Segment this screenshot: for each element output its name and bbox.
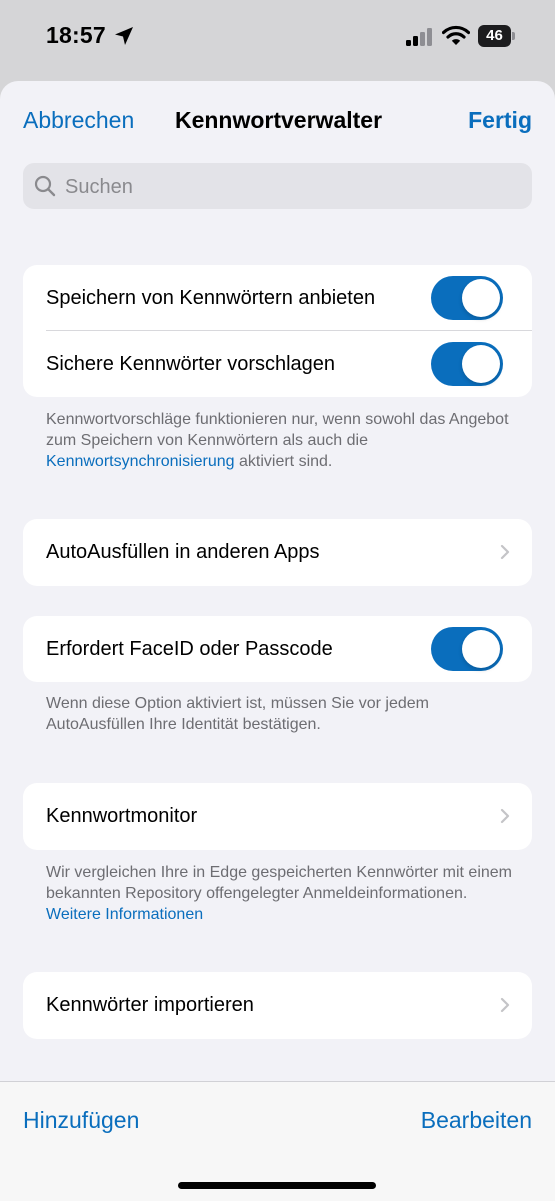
- wifi-icon: [441, 25, 471, 52]
- home-indicator[interactable]: [178, 1182, 376, 1189]
- require-faceid-toggle[interactable]: [431, 627, 503, 671]
- autofill-other-apps-label: AutoAusfüllen in anderen Apps: [46, 541, 320, 563]
- password-manager-sheet: Abbrechen Kennwortverwalter Fertig Speic…: [0, 81, 555, 1201]
- status-bar: 18:57 46: [0, 0, 555, 80]
- learn-more-link[interactable]: Weitere Informationen: [46, 906, 203, 923]
- suggest-strong-label: Sichere Kennwörter vorschlagen: [46, 353, 336, 375]
- autofill-group: AutoAusfüllen in anderen Apps: [23, 519, 532, 586]
- faceid-group: Erfordert FaceID oder Passcode: [23, 616, 532, 682]
- chevron-right-icon: [500, 808, 510, 829]
- suggest-strong-toggle[interactable]: [431, 342, 503, 386]
- search-bar[interactable]: [23, 163, 532, 211]
- location-arrow-icon: [114, 26, 134, 51]
- offer-save-row[interactable]: Speichern von Kennwörtern anbieten: [23, 265, 532, 331]
- status-time: 18:57: [46, 22, 106, 48]
- sync-footnote: Kennwortvorschläge funktionieren nur, we…: [46, 411, 509, 470]
- require-faceid-label: Erfordert FaceID oder Passcode: [46, 638, 333, 660]
- password-monitor-label: Kennwortmonitor: [46, 805, 198, 827]
- password-sync-link[interactable]: Kennwortsynchronisierung: [46, 453, 235, 470]
- import-passwords-label: Kennwörter importieren: [46, 994, 254, 1016]
- autofill-other-apps-row[interactable]: AutoAusfüllen in anderen Apps: [23, 519, 532, 585]
- import-group: Kennwörter importieren: [23, 972, 532, 1039]
- offer-save-toggle[interactable]: [431, 276, 503, 320]
- cellular-signal-icon: [406, 28, 434, 51]
- bottom-toolbar: Hinzufügen Bearbeiten: [0, 1081, 555, 1201]
- chevron-right-icon: [500, 544, 510, 565]
- search-input[interactable]: [63, 163, 527, 211]
- suggest-strong-row[interactable]: Sichere Kennwörter vorschlagen: [23, 331, 532, 397]
- offer-save-label: Speichern von Kennwörtern anbieten: [46, 287, 376, 309]
- done-button[interactable]: Fertig: [468, 107, 532, 134]
- battery-icon: 46: [478, 25, 515, 47]
- password-monitor-row[interactable]: Kennwortmonitor: [23, 783, 532, 849]
- battery-level: 46: [486, 27, 503, 44]
- faceid-footnote: Wenn diese Option aktiviert ist, müssen …: [46, 695, 429, 733]
- monitor-group: Kennwortmonitor: [23, 783, 532, 850]
- password-save-group: Speichern von Kennwörtern anbieten Siche…: [23, 265, 532, 397]
- chevron-right-icon: [500, 997, 510, 1018]
- import-passwords-row[interactable]: Kennwörter importieren: [23, 972, 532, 1038]
- require-faceid-row[interactable]: Erfordert FaceID oder Passcode: [23, 616, 532, 682]
- monitor-footnote: Wir vergleichen Ihre in Edge gespeichert…: [46, 864, 513, 923]
- edit-button[interactable]: Bearbeiten: [421, 1107, 532, 1134]
- add-button[interactable]: Hinzufügen: [23, 1107, 139, 1134]
- nav-bar: Abbrechen Kennwortverwalter Fertig: [0, 81, 555, 161]
- search-icon: [34, 175, 56, 202]
